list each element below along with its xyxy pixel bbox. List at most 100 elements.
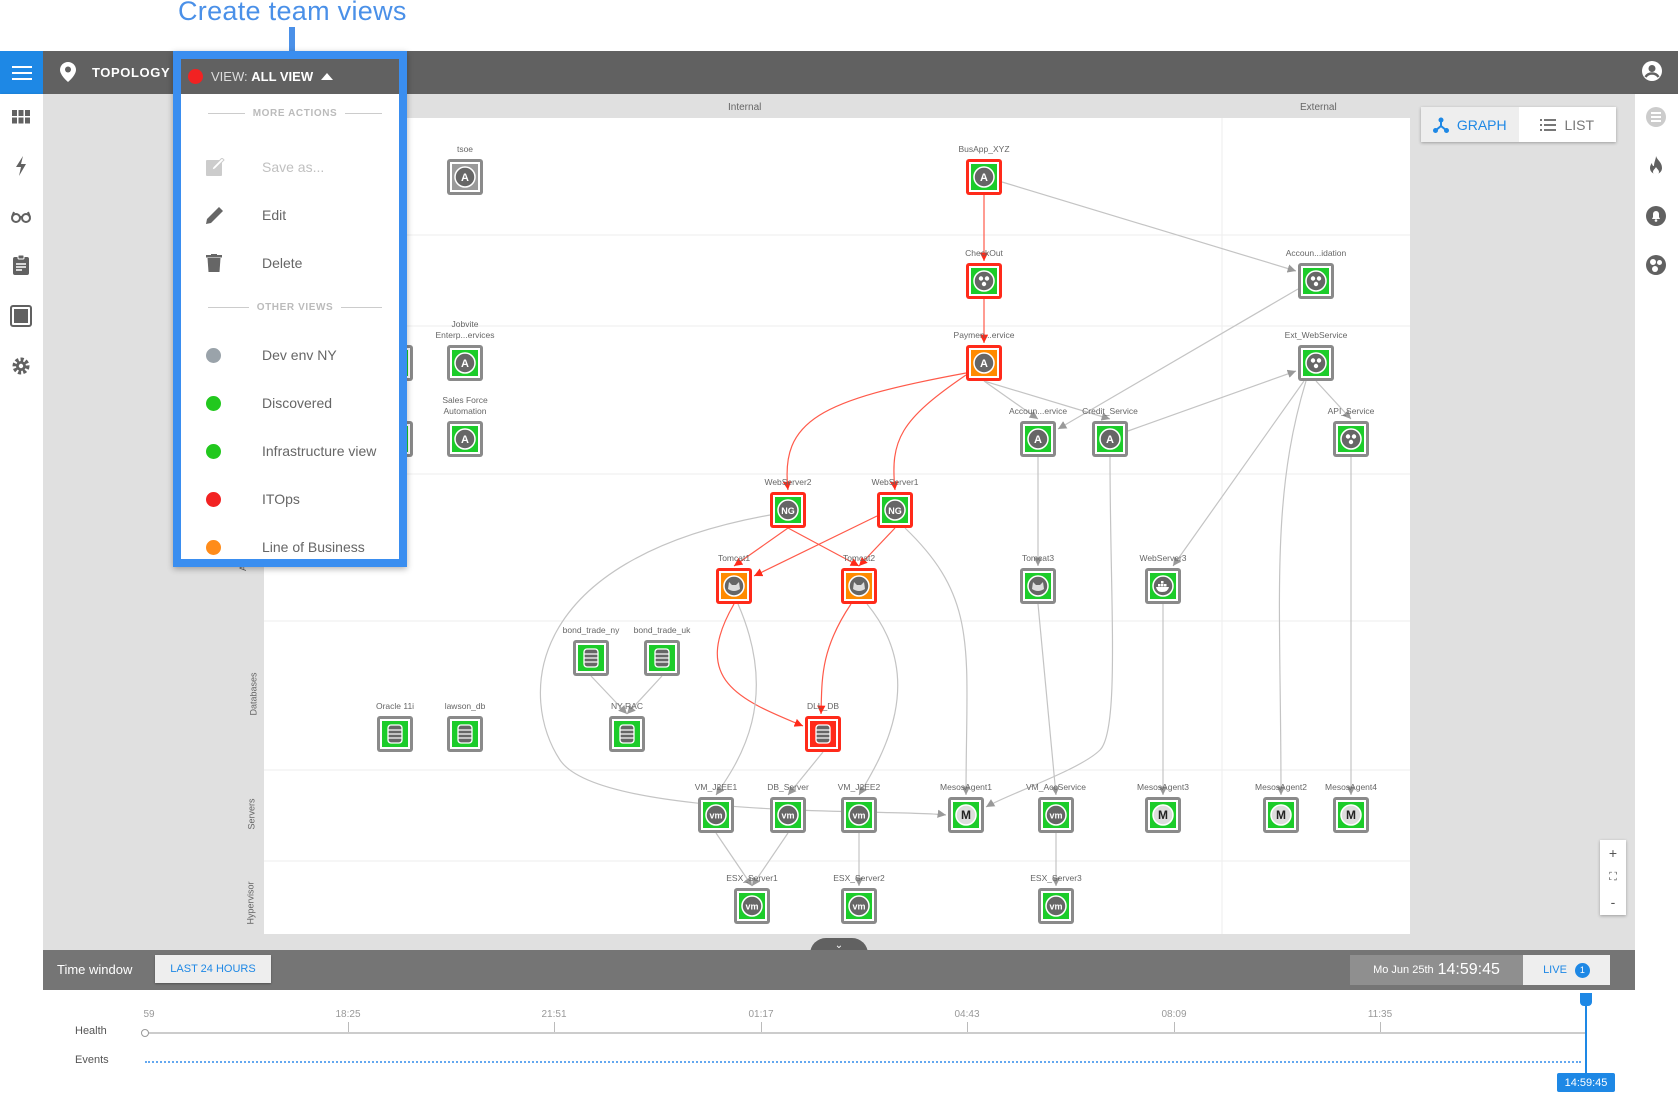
view-prefix: VIEW: [211, 69, 248, 84]
topology-node[interactable]: Tomcat1 [716, 553, 752, 604]
topology-node[interactable]: NY RAC [609, 701, 645, 752]
topology-node[interactable]: M MesosAgent2 [1255, 782, 1307, 833]
view-option[interactable]: ITOps [181, 479, 399, 519]
topology-node[interactable]: CheckOut [965, 248, 1004, 299]
topology-node[interactable]: A BusApp_XYZ [958, 144, 1010, 195]
menu-item-delete[interactable]: Delete [181, 243, 399, 283]
graph-mode-button[interactable]: GRAPH [1421, 107, 1519, 142]
node-db-icon [583, 648, 599, 668]
node-ng-icon: NG [884, 499, 906, 521]
view-option[interactable]: Discovered [181, 383, 399, 423]
node-label: NY RAC [611, 701, 643, 711]
zoom-out-button[interactable]: - [1611, 894, 1616, 910]
node-db-icon [654, 648, 670, 668]
view-option-label: Discovered [262, 395, 333, 411]
topology-node[interactable]: Tomcat2 [841, 553, 877, 604]
topology-node[interactable]: M MesosAgent4 [1325, 782, 1377, 833]
topology-node[interactable]: lawson_db [445, 701, 486, 752]
node-label: VM_AccService [1026, 782, 1086, 792]
node-tomcat-icon [848, 575, 870, 597]
more-actions-label: MORE ACTIONS [252, 108, 338, 119]
topology-node[interactable]: WebServer3 [1139, 553, 1187, 604]
view-selector-button[interactable]: VIEW: ALL VIEW [181, 59, 399, 94]
topology-node[interactable]: NG WebServer1 [871, 477, 919, 528]
node-db-icon [619, 724, 635, 744]
topology-node[interactable]: vm DB_Server [767, 782, 809, 833]
topology-node[interactable]: M MesosAgent3 [1137, 782, 1189, 833]
svg-text:M: M [1346, 808, 1356, 822]
svg-text:A: A [1034, 434, 1042, 446]
time-range-button[interactable]: LAST 24 HOURS [155, 955, 271, 983]
view-color-dot [206, 395, 221, 411]
node-a-icon: A [973, 166, 995, 188]
view-color-dot [206, 443, 221, 459]
topology-node[interactable]: A Sales ForceAutomation [442, 395, 488, 457]
time-window-label: Time window [57, 962, 133, 977]
timeline-panel[interactable] [43, 990, 1635, 1100]
topology-node[interactable]: bond_trade_ny [563, 625, 620, 676]
topology-node[interactable]: vm ESX_Server3 [1030, 873, 1082, 924]
topology-node[interactable]: A Accoun...ervice [1009, 406, 1067, 457]
health-track [145, 1032, 1586, 1034]
view-option-label: Infrastructure view [262, 443, 377, 459]
live-button[interactable]: LIVE 1 [1523, 955, 1610, 985]
events-track [145, 1061, 1581, 1063]
svg-text:vm: vm [852, 811, 865, 821]
graph-edge [1001, 181, 1297, 273]
view-option[interactable]: Infrastructure view [181, 431, 399, 471]
topology-node[interactable]: A Credit_Service [1082, 406, 1138, 457]
time-cursor-handle[interactable] [1580, 993, 1592, 1006]
topology-node[interactable]: M MesosAgent1 [940, 782, 992, 833]
graph-icon [1432, 117, 1449, 133]
view-option[interactable]: Line of Business [181, 527, 399, 567]
topology-node[interactable]: bond_trade_uk [634, 625, 691, 676]
node-label: DB_Server [767, 782, 809, 792]
graph-edge [782, 372, 967, 491]
node-label: tsoe [457, 144, 473, 154]
topology-node[interactable]: Tomcat3 [1020, 553, 1056, 604]
zoom-in-button[interactable]: + [1609, 845, 1617, 861]
svg-text:M: M [1158, 808, 1168, 822]
view-status-dot [188, 69, 203, 84]
node-label: ESX_Server3 [1030, 873, 1082, 883]
node-docker-icon [1152, 575, 1174, 597]
topology-node[interactable]: vm ESX_Server2 [833, 873, 885, 924]
menu-item-edit[interactable]: Edit [181, 195, 399, 235]
menu-item-label: Edit [262, 207, 287, 223]
node-label: MesosAgent1 [940, 782, 992, 792]
timeline-tick [1174, 1022, 1175, 1032]
topology-node[interactable]: vm ESX_Server1 [726, 873, 778, 924]
health-start-marker [141, 1029, 149, 1037]
node-cluster-icon [973, 270, 995, 292]
node-label: Credit_Service [1082, 406, 1138, 416]
timeline-tick-label: 08:09 [1161, 1009, 1187, 1020]
topology-node[interactable]: Atsoe [447, 144, 483, 195]
graph-edge [904, 527, 971, 796]
view-color-dot [206, 347, 221, 363]
svg-text:A: A [461, 358, 469, 370]
topology-node[interactable]: Ext_WebService [1285, 330, 1348, 381]
node-label: BusApp_XYZ [958, 144, 1009, 154]
topology-node[interactable]: vm VM_J2EE1 [695, 782, 738, 833]
timeline-tick-label: 01:17 [748, 1009, 774, 1020]
svg-text:M: M [1276, 808, 1286, 822]
topology-node[interactable]: vm VM_J2EE2 [838, 782, 881, 833]
topology-node[interactable]: vm VM_AccService [1026, 782, 1086, 833]
svg-text:vm: vm [745, 902, 758, 912]
menu-item-save-as[interactable]: Save as... [181, 147, 399, 187]
node-vm-icon: vm [705, 804, 727, 826]
timeline-tick [348, 1022, 349, 1032]
topology-node[interactable]: A JobviteEnterp...ervices [435, 319, 495, 381]
node-label: DLL_DB [807, 701, 839, 711]
topology-node[interactable]: DLL_DB [805, 701, 841, 752]
topology-node[interactable]: Oracle 11i [376, 701, 414, 752]
timeline-tick-label: 18:25 [335, 1009, 361, 1020]
fit-to-screen-button[interactable]: ⛶ [1609, 871, 1617, 884]
topology-node[interactable]: NG WebServer2 [764, 477, 812, 528]
svg-text:vm: vm [852, 902, 865, 912]
topology-node[interactable]: API_Service [1328, 406, 1375, 457]
time-cursor-line[interactable] [1585, 1000, 1587, 1075]
node-vm-icon: vm [777, 804, 799, 826]
view-option[interactable]: Dev env NY [181, 335, 399, 375]
list-mode-button[interactable]: LIST [1519, 107, 1617, 142]
